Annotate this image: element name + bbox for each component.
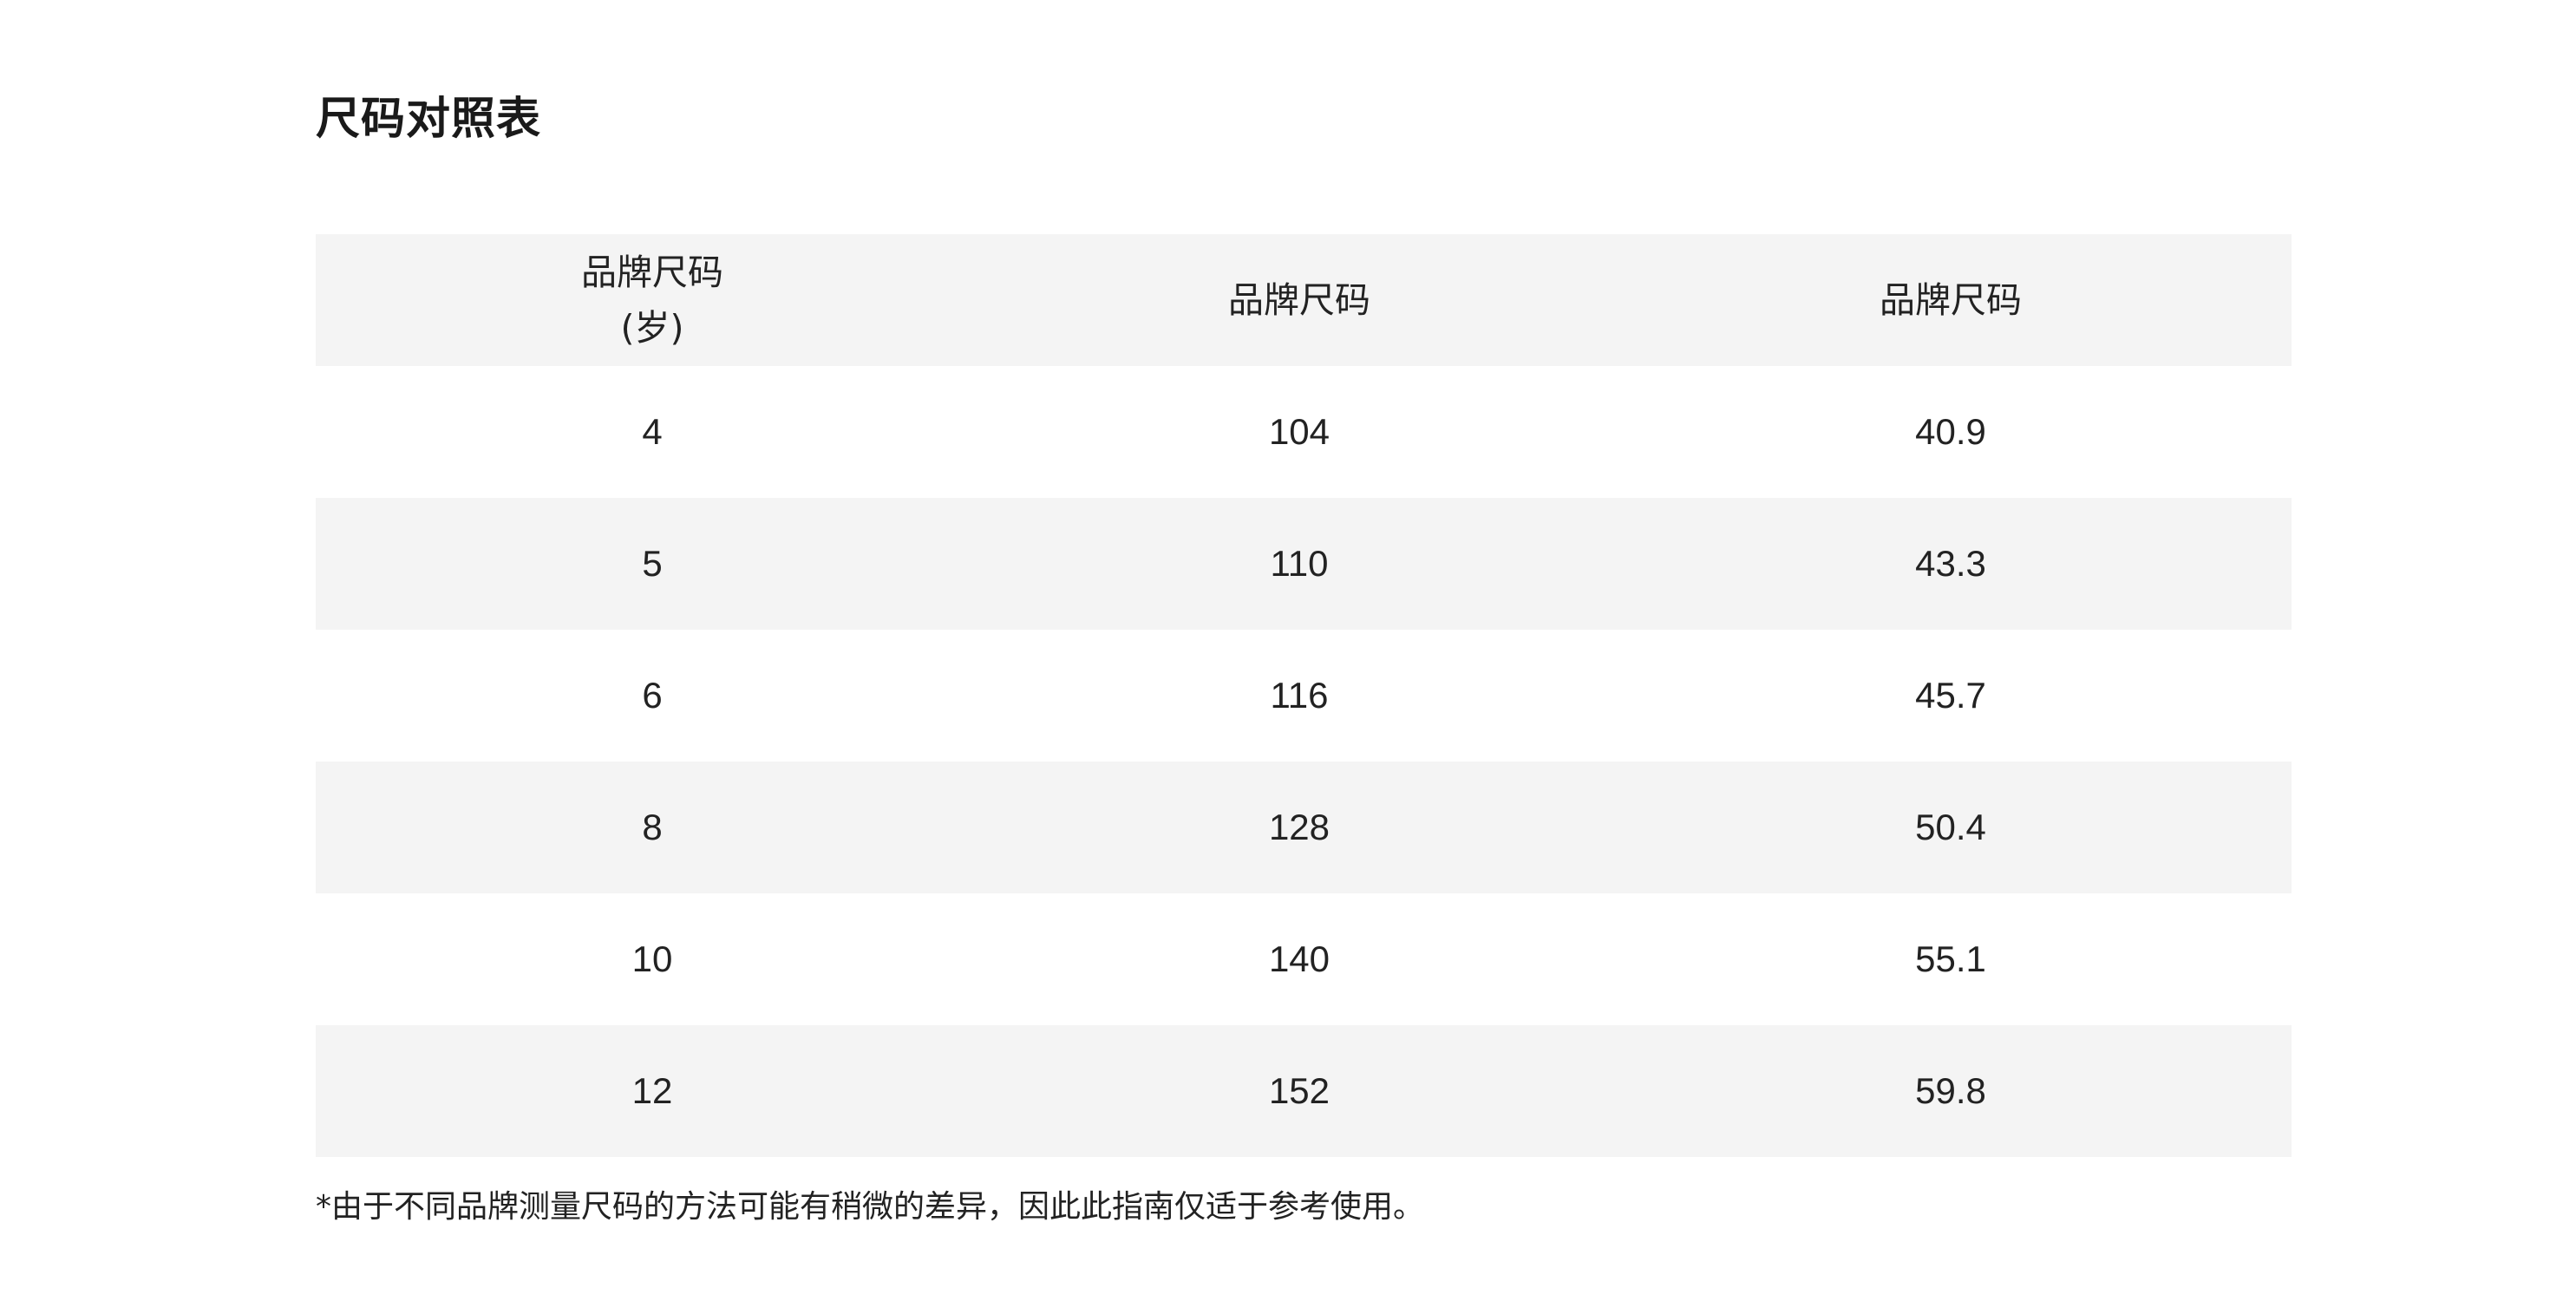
table-cell: 152 <box>1268 1070 1330 1111</box>
table-cell: 40.9 <box>1915 411 1986 452</box>
table-row: 10 140 55.1 <box>316 893 2292 1025</box>
table-cell: 6 <box>642 675 663 716</box>
page-title: 尺码对照表 <box>316 94 542 145</box>
table-row: 6 116 45.7 <box>316 630 2292 762</box>
table-cell: 4 <box>642 411 663 452</box>
footnote: *由于不同品牌测量尺码的方法可能有稍微的差异，因此此指南仅适于参考使用。 <box>316 1189 1425 1225</box>
header-label: 品牌尺码 <box>1228 279 1370 321</box>
table-row: 12 152 59.8 <box>316 1025 2292 1157</box>
table-cell: 8 <box>642 807 663 847</box>
table-cell: 5 <box>642 543 663 584</box>
header-cell-height-size: 品牌尺码 <box>989 234 1610 366</box>
table-cell: 43.3 <box>1915 543 1986 584</box>
header-label: 品牌尺码 <box>1880 279 2022 321</box>
table-row: 8 128 50.4 <box>316 762 2292 893</box>
table-cell: 45.7 <box>1915 675 1986 716</box>
header-cell-age-size: 品牌尺码 (岁) <box>316 234 989 366</box>
table-cell: 59.8 <box>1915 1070 1986 1111</box>
table-header-row: 品牌尺码 (岁) 品牌尺码 品牌尺码 <box>316 234 2292 366</box>
size-chart-table: 品牌尺码 (岁) 品牌尺码 品牌尺码 4 104 40.9 5 110 43.3… <box>316 234 2292 1157</box>
table-cell: 50.4 <box>1915 807 1986 847</box>
table-cell: 140 <box>1268 938 1330 979</box>
header-label: 品牌尺码 <box>581 252 723 293</box>
table-cell: 116 <box>1270 675 1329 716</box>
table-row: 5 110 43.3 <box>316 498 2292 630</box>
header-cell-inch-size: 品牌尺码 <box>1610 234 2292 366</box>
table-cell: 104 <box>1268 411 1330 452</box>
table-cell: 128 <box>1268 807 1330 847</box>
table-cell: 10 <box>631 938 673 979</box>
table-cell: 110 <box>1270 543 1329 584</box>
table-cell: 12 <box>631 1070 673 1111</box>
header-unit: (岁) <box>620 307 684 349</box>
table-cell: 55.1 <box>1915 938 1986 979</box>
table-row: 4 104 40.9 <box>316 366 2292 498</box>
